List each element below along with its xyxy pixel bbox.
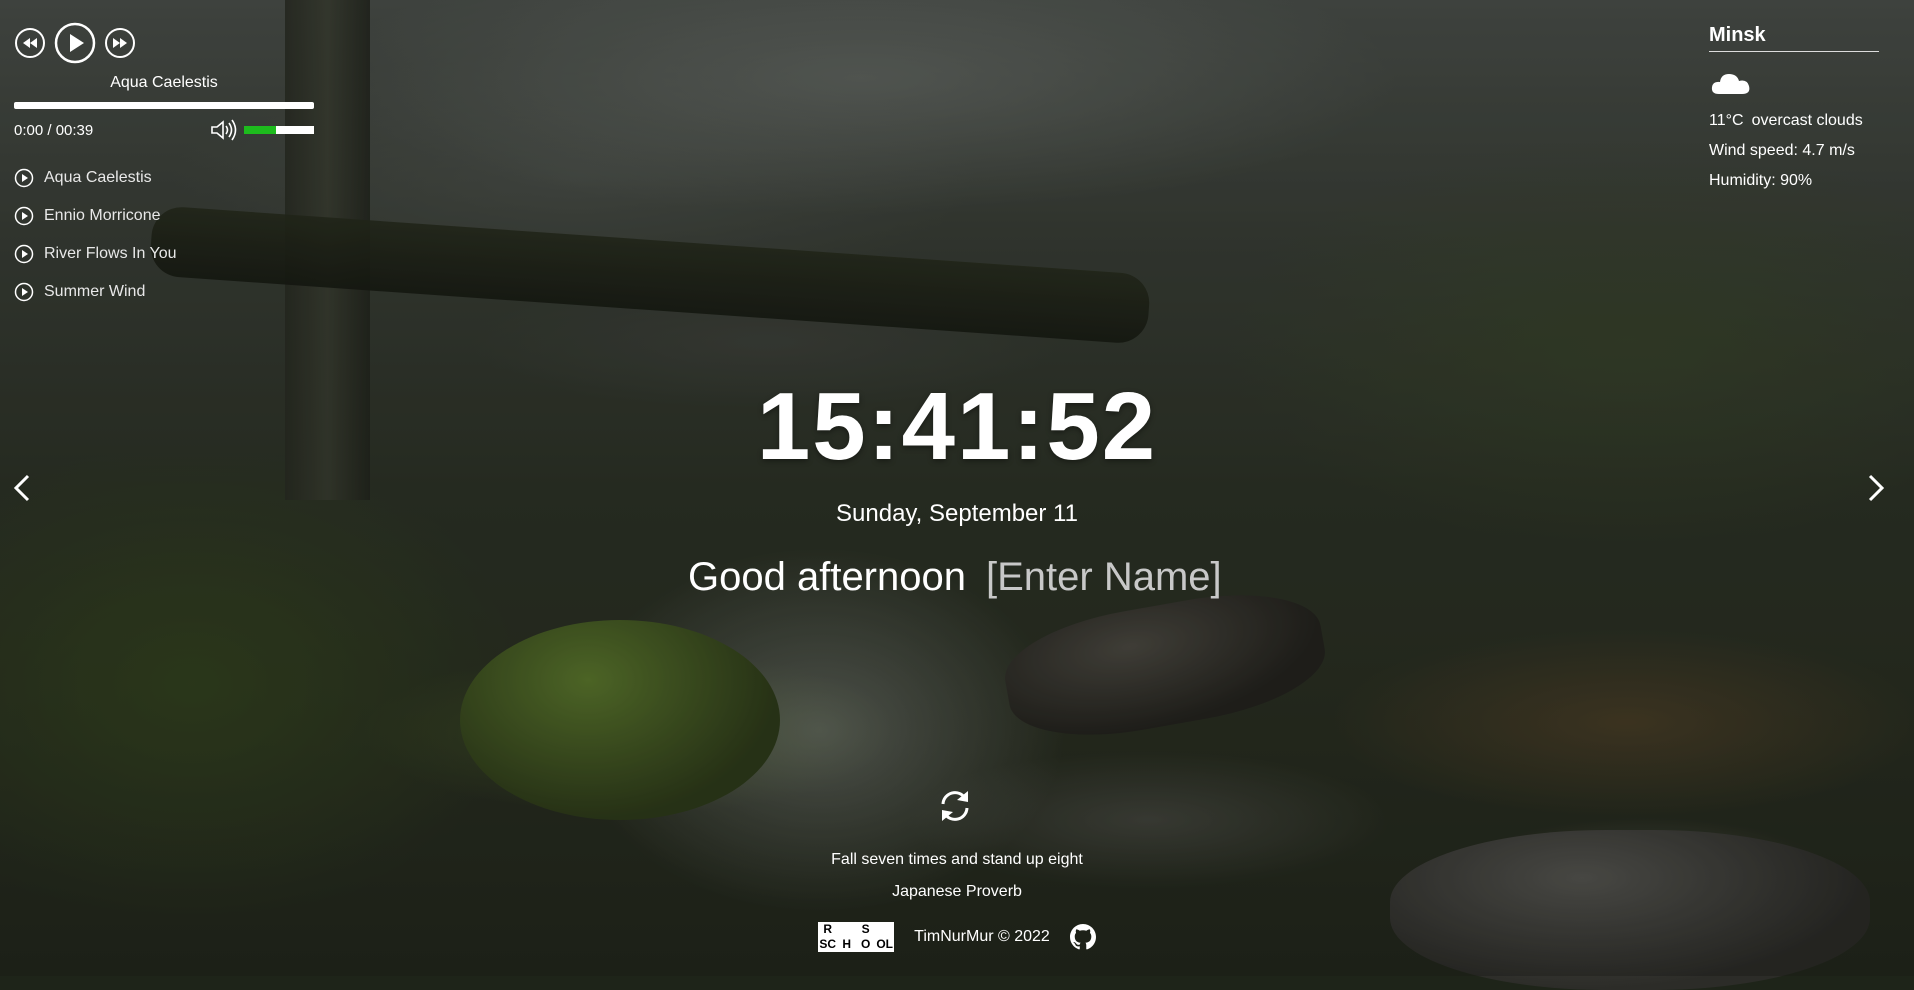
clock-time: 15:41:52 (756, 373, 1158, 480)
github-icon (1069, 924, 1096, 950)
playlist-item-label: Aqua Caelestis (44, 169, 152, 186)
logo-letter: OL (876, 937, 893, 951)
greeting-row: Good afternoon (0, 555, 1914, 600)
logo-letter (837, 922, 856, 937)
name-input[interactable] (986, 555, 1226, 600)
player-controls (14, 22, 314, 64)
audio-player: Aqua Caelestis 0:00 / 00:39 Aqua Caelest… (14, 22, 314, 311)
volume-slider[interactable] (244, 126, 314, 134)
playlist: Aqua Caelestis Ennio Morricone River Flows… (14, 159, 314, 311)
play-icon (54, 22, 96, 64)
rs-school-logo[interactable]: R S SC H O OL (818, 922, 895, 952)
logo-letter (875, 922, 894, 937)
playlist-item[interactable]: Ennio Morricone (14, 197, 314, 235)
playlist-item-label: River Flows In You (44, 245, 177, 262)
weather-widget: Minsk 11°C overcast clouds Wind speed: 4.… (1709, 24, 1879, 192)
logo-letter: SC (819, 937, 836, 951)
volume-fill (244, 126, 276, 134)
playlist-item[interactable]: River Flows In You (14, 235, 314, 273)
weather-description: overcast clouds (1751, 112, 1863, 129)
rewind-icon (15, 28, 45, 58)
quote-author: Japanese Proverb (892, 883, 1022, 900)
quote-text: Fall seven times and stand up eight (831, 851, 1083, 868)
cloud-icon (1709, 66, 1879, 102)
wind-speed: Wind speed: 4.7 m/s (1709, 142, 1855, 159)
progress-bar[interactable] (14, 102, 314, 109)
change-quote-button[interactable] (935, 786, 975, 831)
fast-forward-button[interactable] (104, 27, 136, 59)
footer: R S SC H O OL TimNurMur © 2022 (0, 922, 1914, 952)
play-button[interactable] (54, 22, 96, 64)
date-text: Sunday, September 11 (836, 500, 1078, 527)
playlist-item[interactable]: Summer Wind (14, 273, 314, 311)
play-icon (14, 282, 34, 302)
copyright-text: TimNurMur © 2022 (914, 928, 1050, 945)
play-icon (14, 206, 34, 226)
city-input[interactable]: Minsk (1709, 24, 1879, 52)
github-link[interactable] (1069, 924, 1096, 950)
logo-letter: R (823, 922, 832, 936)
volume-icon[interactable] (210, 119, 238, 141)
play-icon (14, 244, 34, 264)
rewind-button[interactable] (14, 27, 46, 59)
playlist-item-label: Summer Wind (44, 283, 146, 300)
fast-forward-icon (105, 28, 135, 58)
time-row: 0:00 / 00:39 (14, 119, 314, 141)
track-time: 0:00 / 00:39 (14, 121, 94, 139)
playlist-item-label: Ennio Morricone (44, 207, 161, 224)
weather-temp-row: 11°C overcast clouds (1709, 110, 1879, 132)
logo-letter: O (860, 937, 871, 951)
current-track-title: Aqua Caelestis (110, 74, 218, 91)
logo-letter: H (842, 937, 851, 951)
playlist-item[interactable]: Aqua Caelestis (14, 159, 314, 197)
greeting-text: Good afternoon (688, 555, 966, 599)
humidity: Humidity: 90% (1709, 172, 1813, 189)
temperature: 11°C (1709, 112, 1744, 129)
logo-letter: S (861, 922, 870, 936)
refresh-icon (941, 791, 969, 821)
volume-control (210, 119, 314, 141)
play-icon (14, 168, 34, 188)
